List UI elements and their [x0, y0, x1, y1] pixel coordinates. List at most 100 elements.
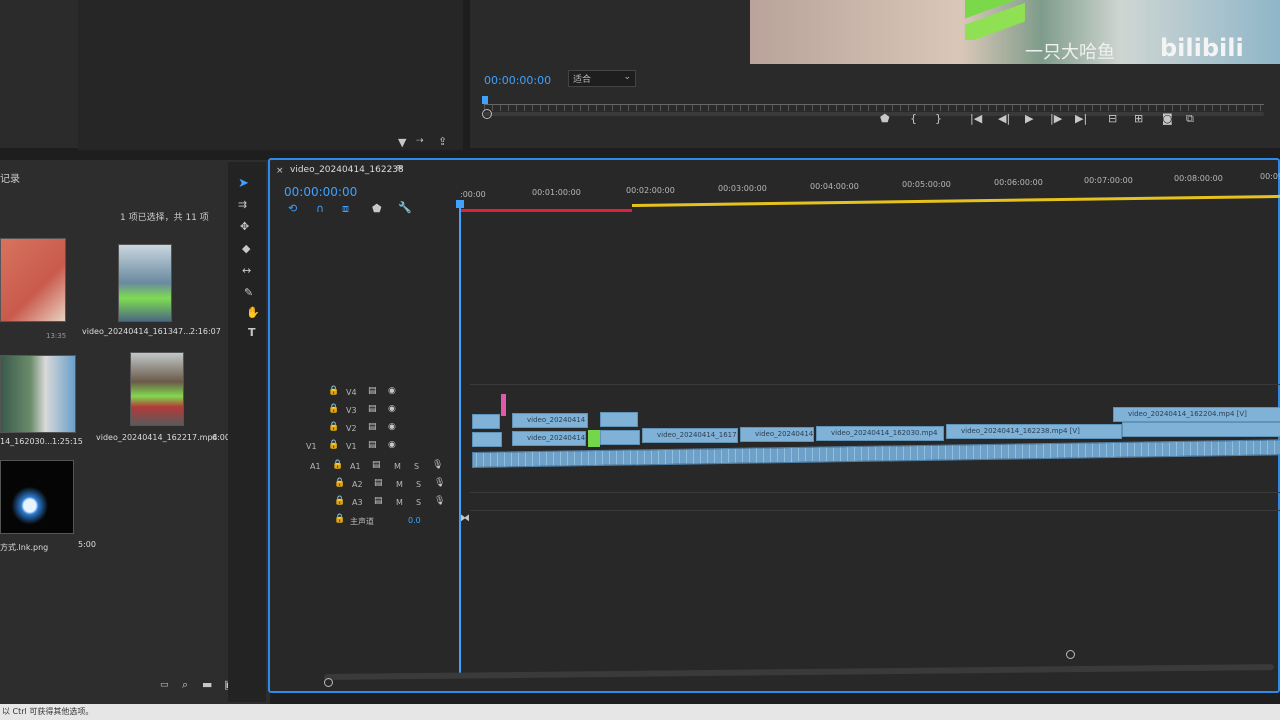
new-bin-icon[interactable]: ▬	[202, 678, 212, 691]
project-tab[interactable]: 记录	[0, 170, 20, 185]
mute-button[interactable]: M	[396, 480, 403, 489]
close-icon[interactable]: ×	[276, 166, 284, 176]
playhead-handle[interactable]	[456, 200, 464, 208]
timeline-clip[interactable]	[472, 432, 502, 447]
timeline-clip[interactable]: video_20240414	[512, 431, 586, 446]
marker-pink[interactable]	[501, 394, 506, 416]
master-volume[interactable]: 0.0	[408, 516, 421, 525]
project-item-thumb[interactable]	[0, 238, 66, 322]
timeline-clip[interactable]: video_20240414_162030.mp4	[816, 426, 944, 441]
film-icon[interactable]: ▤	[374, 496, 383, 506]
mark-in-icon[interactable]: {	[910, 112, 917, 125]
timeline-clip-green[interactable]	[588, 430, 600, 447]
timeline-clip[interactable]	[472, 414, 500, 429]
ripple-edit-icon[interactable]: ✥	[240, 220, 249, 233]
menu-icon[interactable]: ≡	[396, 163, 404, 173]
sequence-tab[interactable]: video_20240414_162238	[290, 165, 404, 175]
linked-selection-icon[interactable]: ⧈	[342, 202, 349, 216]
monitor-scrub-bar[interactable]	[484, 104, 1264, 111]
monitor-playhead[interactable]	[482, 96, 488, 104]
project-item-name[interactable]: video_20240414_162217.mp4	[96, 433, 218, 442]
list-view-icon[interactable]: ▭	[160, 680, 169, 690]
lock-icon[interactable]: 🔒	[334, 514, 345, 524]
go-to-end-icon[interactable]: ⧓	[460, 513, 470, 524]
track-select-icon[interactable]: ⇉	[238, 198, 247, 211]
timeline-clip[interactable]	[1122, 422, 1280, 437]
project-item-thumb[interactable]	[130, 352, 184, 426]
snap-icon[interactable]: ∩	[316, 202, 324, 215]
film-icon[interactable]: ▤	[368, 386, 377, 396]
timeline-clip[interactable]: video_20240414_16173	[642, 428, 738, 443]
lock-icon[interactable]: 🔒	[328, 440, 339, 450]
go-to-out-icon[interactable]: ▶|	[1075, 112, 1087, 125]
search-icon[interactable]: ⌕	[182, 678, 188, 692]
solo-button[interactable]: S	[416, 498, 421, 507]
timeline-timecode[interactable]: 00:00:00:00	[284, 185, 357, 199]
selection-tool-icon[interactable]: ➤	[238, 176, 249, 191]
scroll-handle-left[interactable]	[324, 678, 333, 687]
lock-icon[interactable]: 🔒	[334, 478, 345, 488]
project-item-name[interactable]: video_20240414_161347...	[82, 327, 191, 336]
filter-icon[interactable]: ▼	[398, 136, 406, 149]
go-to-in-icon[interactable]: |◀	[970, 112, 982, 125]
lock-icon[interactable]: 🔒	[332, 460, 343, 470]
microphone-icon[interactable]: 🎙	[434, 478, 445, 488]
type-tool-icon[interactable]: T	[248, 326, 256, 339]
export-frame-icon[interactable]: ◙	[1162, 112, 1173, 125]
hand-tool-icon[interactable]: ✋	[246, 306, 260, 319]
pen-tool-icon[interactable]: ✎	[244, 286, 253, 299]
film-icon[interactable]: ▤	[368, 440, 377, 450]
eye-icon[interactable]: ◉	[388, 386, 396, 396]
timeline-clip[interactable]: video_20240414_162204.mp4 [V]	[1113, 407, 1280, 422]
solo-button[interactable]: S	[416, 480, 421, 489]
export-icon[interactable]: ⇢	[416, 136, 424, 146]
project-item-thumb[interactable]	[0, 355, 76, 433]
timeline-playhead[interactable]	[459, 204, 461, 674]
add-marker-icon[interactable]: ⬟	[880, 112, 890, 125]
lock-icon[interactable]: 🔒	[328, 422, 339, 432]
add-marker-icon[interactable]: ⬟	[372, 202, 382, 215]
source-patch-label[interactable]: V1	[306, 442, 317, 451]
lock-icon[interactable]: 🔒	[334, 496, 345, 506]
timeline-clip[interactable]: video_20240414	[512, 413, 588, 428]
button-editor-icon[interactable]: ⧉	[1186, 112, 1194, 126]
timeline-clip[interactable]	[600, 430, 640, 445]
solo-button[interactable]: S	[414, 462, 419, 471]
eye-icon[interactable]: ◉	[388, 440, 396, 450]
razor-tool-icon[interactable]: ◆	[242, 242, 250, 255]
timeline-clip[interactable]: video_20240414_162238.mp4 [V]	[946, 424, 1122, 439]
timeline-horizontal-scrollbar[interactable]	[324, 664, 1274, 680]
film-icon[interactable]: ▤	[374, 478, 383, 488]
step-forward-icon[interactable]: |▶	[1050, 112, 1062, 125]
microphone-icon[interactable]: 🎙	[432, 460, 443, 470]
share-icon[interactable]: ⇪	[438, 135, 447, 148]
nest-icon[interactable]: ⟲	[288, 202, 297, 215]
extract-icon[interactable]: ⊞	[1134, 112, 1143, 125]
film-icon[interactable]: ▤	[368, 404, 377, 414]
eye-icon[interactable]: ◉	[388, 422, 396, 432]
source-patch-label[interactable]: A1	[310, 462, 321, 471]
mute-button[interactable]: M	[396, 498, 403, 507]
project-item-thumb[interactable]	[0, 460, 74, 534]
film-icon[interactable]: ▤	[372, 460, 381, 470]
fit-select[interactable]: 适合 ⌄	[568, 70, 636, 87]
eye-icon[interactable]: ◉	[388, 404, 396, 414]
lock-icon[interactable]: 🔒	[328, 386, 339, 396]
mute-button[interactable]: M	[394, 462, 401, 471]
film-icon[interactable]: ▤	[368, 422, 377, 432]
slip-tool-icon[interactable]: ↔	[242, 264, 251, 277]
wrench-icon[interactable]: 🔧	[398, 201, 412, 214]
timeline-clip[interactable]: video_20240414	[740, 427, 814, 442]
program-timecode[interactable]: 00:00:00:00	[484, 74, 551, 87]
project-item-name[interactable]: 方式.lnk.png	[0, 542, 48, 553]
mark-out-icon[interactable]: }	[935, 112, 942, 125]
lift-icon[interactable]: ⊟	[1108, 112, 1117, 125]
monitor-zoom-handle[interactable]	[482, 109, 492, 119]
project-item-thumb[interactable]	[118, 244, 172, 322]
project-item-name[interactable]: 14_162030...	[0, 437, 52, 446]
scroll-handle-right[interactable]	[1066, 650, 1075, 659]
lock-icon[interactable]: 🔒	[328, 404, 339, 414]
play-icon[interactable]: ▶	[1025, 112, 1033, 125]
step-back-icon[interactable]: ◀|	[998, 112, 1010, 125]
timeline-clip[interactable]	[600, 412, 638, 427]
